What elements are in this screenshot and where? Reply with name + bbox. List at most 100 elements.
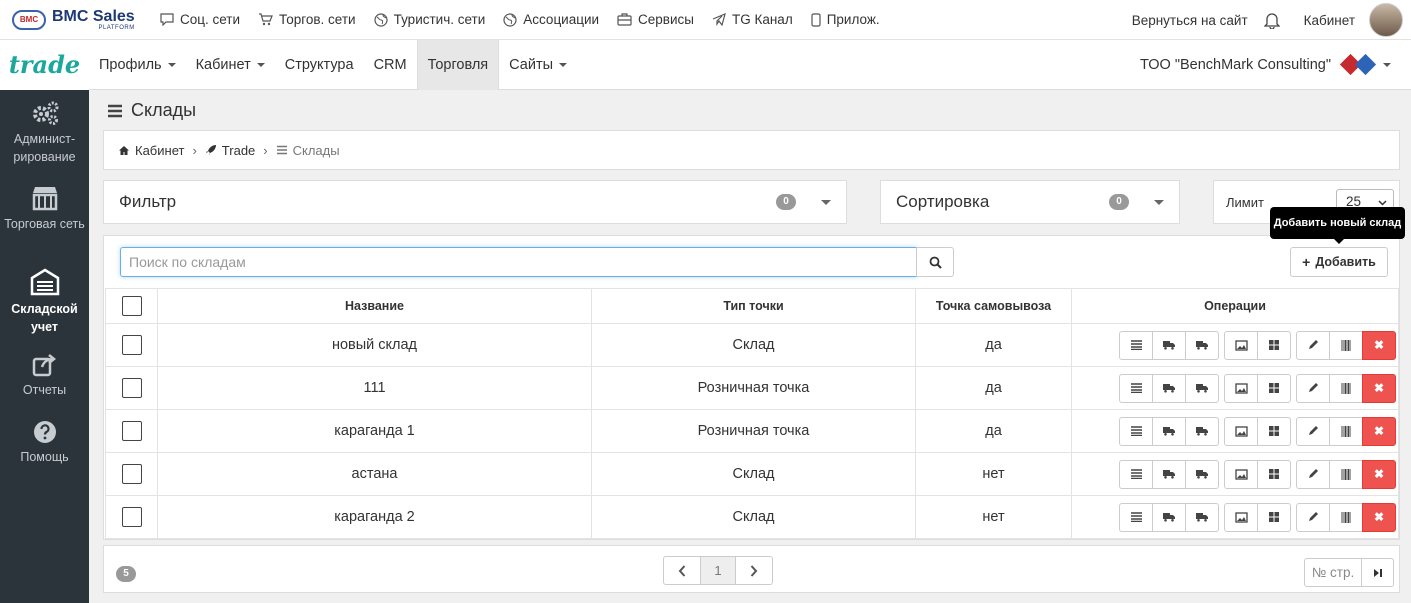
menu-crm[interactable]: CRM [364,40,417,90]
sidebar-item-administration[interactable]: Админист-рирование [0,100,89,166]
search-button[interactable] [916,247,954,277]
avatar[interactable] [1369,3,1403,37]
details-button[interactable] [1119,416,1153,446]
receive-button[interactable] [1152,373,1186,403]
edit-button[interactable] [1296,416,1330,446]
barcode-button[interactable] [1329,373,1363,403]
topnav-label: Прилож. [826,12,880,27]
menu-profile[interactable]: Профиль [89,40,186,90]
ship-button[interactable] [1185,502,1219,532]
barcode-button[interactable] [1329,330,1363,360]
row-checkbox[interactable] [121,507,142,527]
add-warehouse-tooltip: Добавить новый склад [1270,207,1405,244]
row-checkbox[interactable] [121,464,142,484]
warehouses-panel: Поиск по складам + Добавить Название Тип… [103,235,1400,540]
close-icon: ✖ [1373,467,1385,481]
column-header-type[interactable]: Тип точки [591,288,916,324]
column-header-name[interactable]: Название [157,288,592,324]
page-number-input[interactable]: № стр. [1304,558,1362,587]
company-switcher[interactable]: ТОО "BenchMark Consulting" [1140,40,1391,90]
sort-panel[interactable]: Сортировка 0 [880,180,1180,224]
plus-icon: + [1302,254,1311,270]
breadcrumb-cabinet[interactable]: Кабинет [118,143,184,158]
details-button[interactable] [1119,330,1153,360]
layout-button[interactable] [1257,330,1291,360]
sidebar-item-help[interactable]: Помощь [0,420,89,466]
prev-page-button[interactable] [663,556,701,585]
delete-button[interactable]: ✖ [1362,373,1396,403]
row-checkbox[interactable] [121,421,142,441]
table-row: 111 Розничная точка да ✖ [105,366,1399,410]
next-page-button[interactable] [735,556,773,585]
row-checkbox[interactable] [121,335,142,355]
barcode-icon [1341,468,1351,481]
page-1-button[interactable]: 1 [700,556,736,585]
receive-button[interactable] [1152,459,1186,489]
receive-button[interactable] [1152,330,1186,360]
images-button[interactable] [1224,330,1258,360]
delete-button[interactable]: ✖ [1362,416,1396,446]
topnav-services[interactable]: Сервисы [617,12,694,27]
edit-button[interactable] [1296,373,1330,403]
layout-button[interactable] [1257,373,1291,403]
bmc-logo[interactable]: BMC BMC Sales PLATFORM [12,8,160,31]
search-input[interactable]: Поиск по складам [120,247,917,277]
sidebar-item-warehouse[interactable]: Складской учет [0,268,89,336]
last-page-button[interactable] [1361,558,1394,587]
barcode-icon [1341,339,1351,352]
bell-icon[interactable] [1263,11,1280,29]
share-icon [32,354,56,377]
cabinet-link[interactable]: Кабинет [1304,13,1355,28]
topnav-apps[interactable]: Прилож. [811,12,880,27]
layout-button[interactable] [1257,502,1291,532]
module-brand[interactable]: trade [0,39,89,90]
edit-button[interactable] [1296,502,1330,532]
edit-button[interactable] [1296,459,1330,489]
topnav-social[interactable]: Соц. сети [160,12,240,27]
details-button[interactable] [1119,459,1153,489]
delete-button[interactable]: ✖ [1362,330,1396,360]
topnav-trade[interactable]: Торгов. сети [258,12,356,27]
menu-structure[interactable]: Структура [275,40,364,90]
sidebar-item-trade-network[interactable]: Торговая сеть [0,185,89,233]
column-header-pickup[interactable]: Точка самовывоза [915,288,1072,324]
menu-trade[interactable]: Торговля [416,39,500,90]
back-to-site-link[interactable]: Вернуться на сайт [1132,13,1248,28]
filter-panel[interactable]: Фильтр 0 [103,180,847,224]
topnav-tourism[interactable]: Туристич. сети [373,12,485,27]
breadcrumb-trade[interactable]: Trade [205,143,255,158]
row-checkbox[interactable] [121,378,142,398]
barcode-button[interactable] [1329,459,1363,489]
images-button[interactable] [1224,459,1258,489]
layout-button[interactable] [1257,459,1291,489]
barcode-icon [1341,511,1351,524]
topnav-associations[interactable]: Ассоциации [503,12,599,27]
delete-button[interactable]: ✖ [1362,459,1396,489]
barcode-button[interactable] [1329,502,1363,532]
details-button[interactable] [1119,373,1153,403]
images-button[interactable] [1224,416,1258,446]
ship-button[interactable] [1185,416,1219,446]
menu-sites[interactable]: Сайты [499,40,577,90]
receive-button[interactable] [1152,416,1186,446]
menu-label: Сайты [509,56,554,73]
add-warehouse-button[interactable]: + Добавить [1290,247,1388,277]
select-all-checkbox[interactable] [121,296,142,316]
layout-button[interactable] [1257,416,1291,446]
ship-button[interactable] [1185,373,1219,403]
images-button[interactable] [1224,373,1258,403]
cell-type: Склад [591,323,916,367]
edit-button[interactable] [1296,330,1330,360]
details-button[interactable] [1119,502,1153,532]
grid-icon [1268,339,1280,351]
menu-cabinet[interactable]: Кабинет [186,40,275,90]
cell-operations: ✖ [1071,452,1399,496]
sidebar-item-reports[interactable]: Отчеты [0,353,89,399]
images-button[interactable] [1224,502,1258,532]
ship-button[interactable] [1185,459,1219,489]
receive-button[interactable] [1152,502,1186,532]
ship-button[interactable] [1185,330,1219,360]
delete-button[interactable]: ✖ [1362,502,1396,532]
barcode-button[interactable] [1329,416,1363,446]
topnav-tg-channel[interactable]: TG Канал [712,12,793,27]
